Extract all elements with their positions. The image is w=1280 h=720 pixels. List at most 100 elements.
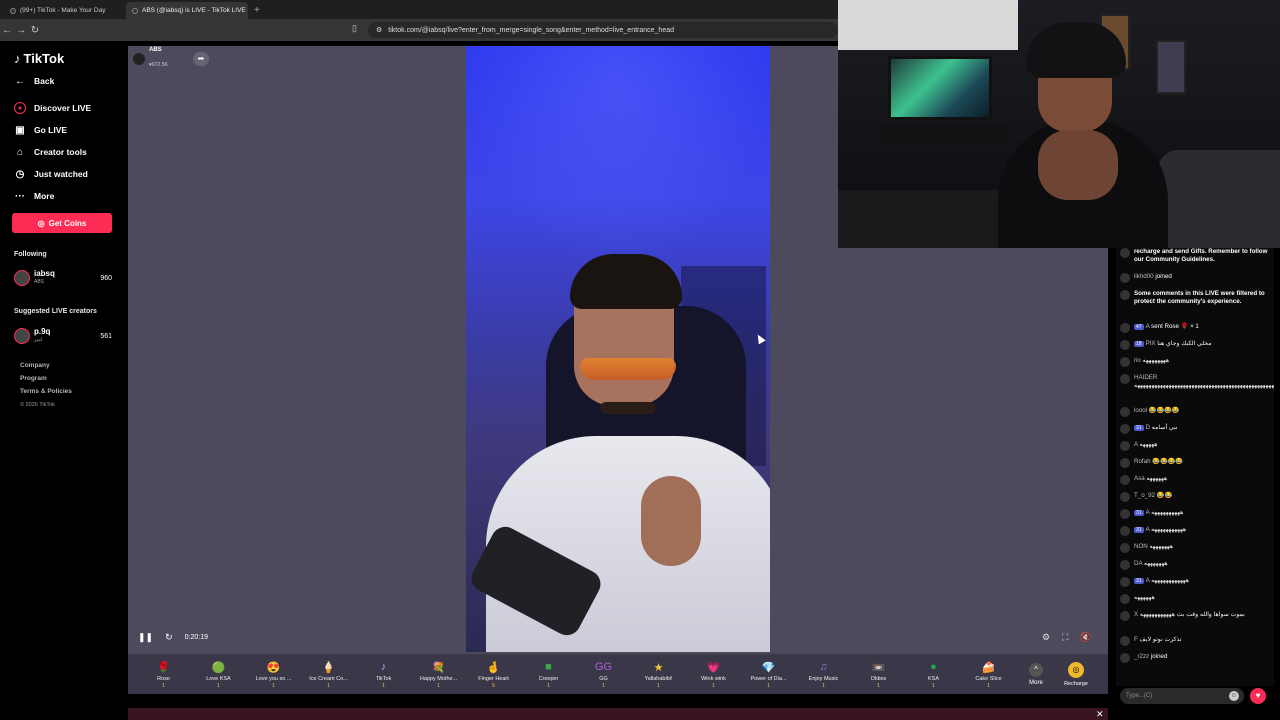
chat-message: F تذكرت نوتو لايف <box>1120 636 1272 646</box>
chat-username[interactable]: Asa <box>1134 475 1145 482</box>
background-tv <box>888 56 992 120</box>
chat-username[interactable]: A <box>1146 577 1150 584</box>
chat-text: هههههههههههههههههههههههههههههههههههههههه… <box>1134 382 1274 389</box>
chat-message: Rofah 😂😂😂😂 <box>1120 458 1272 468</box>
tiktok-note-icon: ♪ <box>14 51 21 66</box>
fullscreen-icon[interactable]: ⛶ <box>1062 632 1068 643</box>
more-icon: ··· <box>15 190 25 202</box>
camera-icon: ▣ <box>15 124 25 136</box>
mute-icon[interactable]: 🔇 <box>1080 632 1091 643</box>
sidebar-item-go-live[interactable]: ▣ Go LIVE <box>14 124 67 136</box>
chat-message-body: _r2zz joined <box>1134 653 1167 663</box>
chat-username[interactable]: likhd00 <box>1134 273 1154 280</box>
floor <box>838 190 1018 248</box>
gift-item[interactable]: 🍦 Ice Cream Co... 1 <box>301 659 356 690</box>
chat-text: ههههههههه <box>1142 357 1170 364</box>
settings-icon[interactable]: ⚙ <box>1042 632 1050 643</box>
new-tab-button[interactable]: + <box>248 2 266 19</box>
gift-item[interactable]: ■ Creeper 1 <box>521 659 576 689</box>
suggested-account[interactable]: p.9q امير 561 <box>14 327 112 345</box>
chat-username[interactable]: X <box>1134 611 1138 618</box>
chat-message: X بموت سواها والله وقت بث هههههههههههه <box>1120 611 1272 621</box>
chat-username[interactable]: A <box>1134 441 1138 448</box>
chat-username[interactable]: NON <box>1134 543 1148 550</box>
footer-link-company[interactable]: Company <box>20 362 50 369</box>
gift-item[interactable]: 💐 Happy Mothe... 1 <box>411 659 466 690</box>
reload-icon[interactable]: ↻ <box>28 25 42 36</box>
tab-title: ABS (@iabsq) is LIVE - TikTok LIVE <box>142 7 246 14</box>
chat-username[interactable]: DA <box>1134 560 1142 567</box>
gift-item[interactable]: ● KSA 1 <box>906 659 961 689</box>
gift-item[interactable]: ★ Yallahabibi! 1 <box>631 659 686 690</box>
gift-item[interactable]: 🍰 Cake Slice 1 <box>961 659 1016 690</box>
chat-username[interactable]: HAIDER <box>1134 374 1157 381</box>
chat-message: loool 😂😂😂😂 <box>1120 407 1272 417</box>
chat-username[interactable]: loool <box>1134 407 1147 414</box>
share-icon[interactable]: ➦ <box>193 52 209 66</box>
chat-input[interactable]: Type...(C) <box>1120 688 1244 704</box>
gift-item[interactable]: 🟢 Love KSA 1 <box>191 659 246 690</box>
back-arrow-icon[interactable]: ← <box>0 25 14 36</box>
chat-username[interactable]: A <box>1146 526 1150 533</box>
chat-username[interactable]: D <box>1146 424 1150 431</box>
sidebar-item-creator-tools[interactable]: ⌂ Creator tools <box>14 146 87 158</box>
footer-link-terms[interactable]: Terms & Policies <box>20 388 72 395</box>
level-badge: 31 <box>1134 425 1144 431</box>
close-icon[interactable]: ✕ <box>1096 709 1104 720</box>
chat-username[interactable]: A <box>1146 509 1150 516</box>
chat-username[interactable]: Rofah <box>1134 458 1151 465</box>
chat-username[interactable]: F <box>1134 636 1138 643</box>
gift-item[interactable]: 😍 Love you so ... 1 <box>246 659 301 690</box>
gift-item[interactable]: 🌹 Rose 1 <box>136 659 191 690</box>
chat-text: هههههههه <box>1144 560 1168 567</box>
more-gifts-button[interactable]: ^ More <box>1016 662 1056 686</box>
viewer-hands <box>1038 130 1118 200</box>
gift-item[interactable]: 📼 Oldies 1 <box>851 659 906 690</box>
chat-text: ههههههه <box>1134 594 1155 601</box>
sidebar-item-label: Go LIVE <box>34 125 68 135</box>
bookmark-icon[interactable]: ▯ <box>352 23 357 34</box>
host-likes-row: ♥672.5K <box>149 62 168 68</box>
refresh-icon[interactable]: ↻ <box>165 632 173 643</box>
gift-item[interactable]: 🤞 Finger Heart 5 <box>466 659 521 690</box>
browser-tab-active[interactable]: ABS (@iabsq) is LIVE - TikTok LIVE ✕ <box>126 2 248 19</box>
chat-username[interactable]: _r2zz <box>1134 653 1149 660</box>
sidebar: ♪ TikTok ← Back ● Discover LIVE ▣ Go LIV… <box>0 41 128 720</box>
site-info-icon[interactable]: ⚙ <box>376 26 382 34</box>
gift-price: 5 <box>492 683 495 689</box>
gift-item[interactable]: ♪ TikTok 1 <box>356 659 411 689</box>
footer-link-program[interactable]: Program <box>20 375 47 382</box>
following-account[interactable]: iabsq ABS 960 <box>14 269 112 287</box>
gift-item[interactable]: ♫ Enjoy Music 1 <box>796 659 851 689</box>
gift-item[interactable]: 💎 Power of Dia... 1 <box>741 659 796 690</box>
like-heart-button[interactable]: ♥ <box>1250 688 1266 704</box>
gift-item[interactable]: 💗 Wink wink 1 <box>686 659 741 690</box>
get-coins-button[interactable]: ◎ Get Coins <box>12 213 112 233</box>
gift-item[interactable]: GG GG 1 <box>576 659 631 689</box>
host-likes: 672.5K <box>151 62 168 68</box>
chat-username[interactable]: rio <box>1134 357 1141 364</box>
recharge-button[interactable]: ◎ Recharge <box>1056 661 1096 687</box>
viewer-count: 561 <box>100 332 112 340</box>
chat-message: T_o_92 😂😂 <box>1120 492 1272 502</box>
chat-username[interactable]: A <box>1146 323 1150 330</box>
chat-username[interactable]: T_o_92 <box>1134 492 1155 499</box>
emoji-icon[interactable]: ☺ <box>1229 691 1239 701</box>
gift-icon: ★ <box>653 661 664 674</box>
sidebar-item-label: Just watched <box>34 169 88 179</box>
live-video-feed[interactable] <box>466 46 770 652</box>
gift-label: Creeper <box>538 676 559 682</box>
sidebar-item-label: More <box>34 191 55 201</box>
sidebar-item-discover-live[interactable]: ● Discover LIVE <box>14 102 91 114</box>
url-field[interactable]: ⚙ tiktok.com/@iabsq/live?enter_from_merg… <box>368 22 838 38</box>
back-link[interactable]: ← Back <box>14 75 54 87</box>
forward-arrow-icon[interactable]: → <box>14 25 28 36</box>
tiktok-logo[interactable]: ♪ TikTok <box>14 51 64 66</box>
chat-username[interactable]: PIX <box>1146 340 1156 347</box>
chat-message-body: ههههههه <box>1134 594 1155 604</box>
sidebar-item-just-watched[interactable]: ◷ Just watched <box>14 168 88 180</box>
browser-tab[interactable]: (99+) TikTok - Make Your Day <box>4 2 126 19</box>
host-info[interactable]: ABS ♥672.5K <box>133 47 168 68</box>
pause-icon[interactable]: ❚❚ <box>138 632 153 643</box>
sidebar-item-more[interactable]: ··· More <box>14 190 54 202</box>
